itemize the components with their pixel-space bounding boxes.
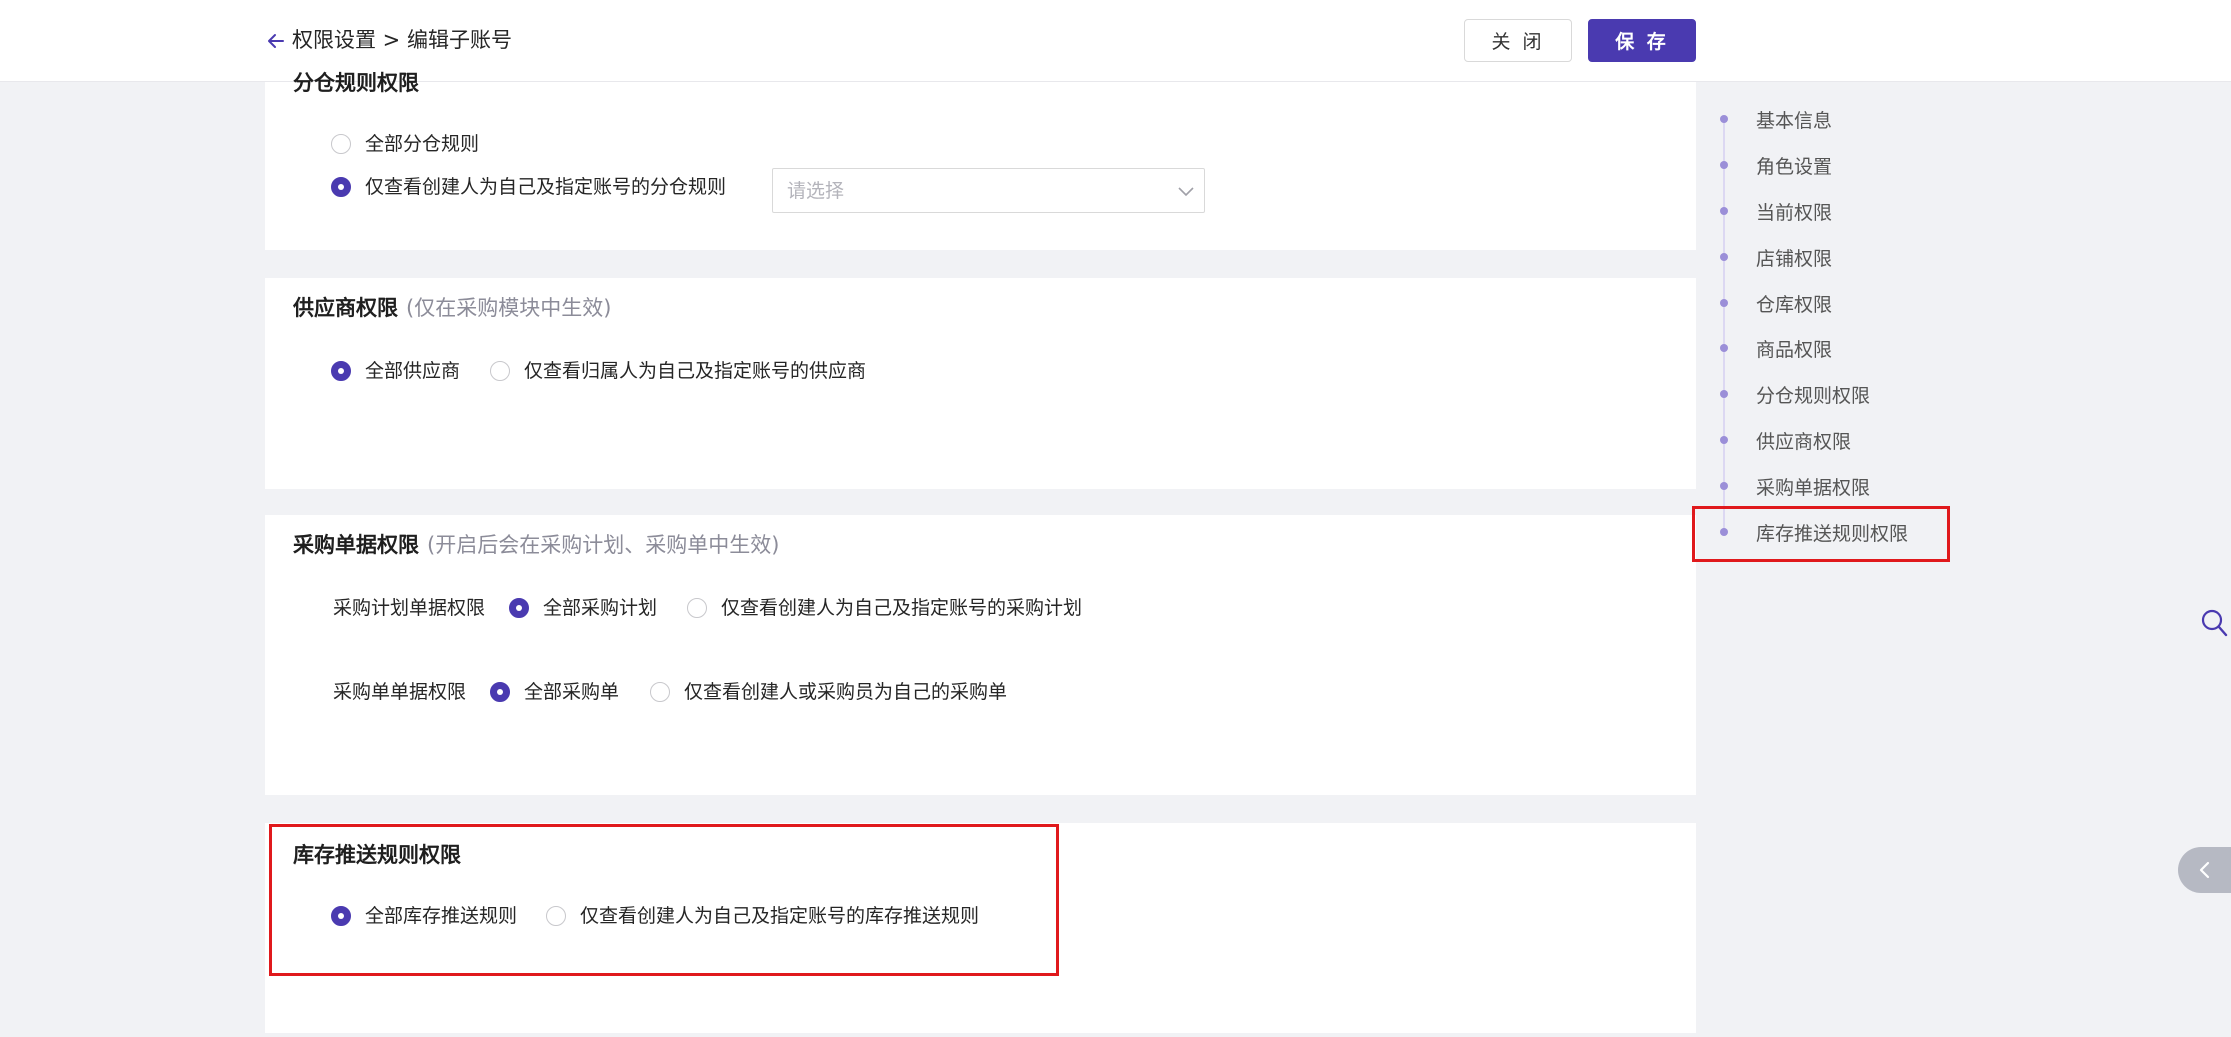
search-icon[interactable] xyxy=(2200,608,2228,638)
anchor-dot xyxy=(1720,436,1728,444)
radio-option-own-fencang[interactable]: 仅查看创建人为自己及指定账号的分仓规则 xyxy=(331,174,726,200)
anchor-item-current-permission[interactable]: 当前权限 xyxy=(1715,195,1832,227)
anchor-item-supplier-permission[interactable]: 供应商权限 xyxy=(1715,424,1851,456)
radio-button-selected[interactable] xyxy=(331,906,351,926)
radio-option-all-purchase-plan[interactable]: 全部采购计划 xyxy=(509,595,657,621)
radio-button[interactable] xyxy=(490,361,510,381)
section-stock-push-rules: 库存推送规则权限 全部库存推送规则 仅查看创建人为自己及指定账号的库存推送规则 xyxy=(265,823,1696,1033)
radio-label: 仅查看创建人为自己及指定账号的采购计划 xyxy=(721,597,1083,619)
anchor-dot xyxy=(1720,528,1728,536)
section-note: (开启后会在采购计划、采购单中生效) xyxy=(427,533,780,557)
anchor-label: 商品权限 xyxy=(1756,338,1833,361)
chevron-left-icon xyxy=(2199,861,2209,879)
anchor-label: 供应商权限 xyxy=(1756,430,1852,453)
select-placeholder: 请选择 xyxy=(787,180,845,202)
radio-label: 仅查看创建人为自己及指定账号的分仓规则 xyxy=(365,176,727,198)
section-title: 采购单据权限 (开启后会在采购计划、采购单中生效) xyxy=(293,530,779,560)
section-title-text: 供应商权限 xyxy=(293,296,398,320)
radio-button-selected[interactable] xyxy=(509,598,529,618)
anchor-label: 库存推送规则权限 xyxy=(1756,522,1909,545)
section-fencang-rules: 分仓规则权限 全部分仓规则 仅查看创建人为自己及指定账号的分仓规则 请选择 xyxy=(265,71,1696,250)
anchor-item-product-permission[interactable]: 商品权限 xyxy=(1715,332,1832,364)
anchor-dot xyxy=(1720,390,1728,398)
anchor-label: 当前权限 xyxy=(1756,201,1833,224)
purchase-plan-row-label: 采购计划单据权限 xyxy=(333,597,486,619)
radio-button[interactable] xyxy=(546,906,566,926)
anchor-item-role[interactable]: 角色设置 xyxy=(1715,149,1832,181)
radio-label: 全部供应商 xyxy=(365,360,461,382)
anchor-label: 采购单据权限 xyxy=(1756,476,1871,499)
account-select[interactable]: 请选择 xyxy=(772,168,1205,213)
anchor-item-shop-permission[interactable]: 店铺权限 xyxy=(1715,241,1832,273)
radio-button-selected[interactable] xyxy=(331,177,351,197)
anchor-label: 基本信息 xyxy=(1756,109,1833,132)
anchor-item-purchase-doc-permission[interactable]: 采购单据权限 xyxy=(1715,470,1870,502)
chevron-down-icon xyxy=(1178,187,1194,197)
radio-label: 全部分仓规则 xyxy=(365,133,480,155)
radio-option-own-purchase-order[interactable]: 仅查看创建人或采购员为自己的采购单 xyxy=(650,679,1007,705)
anchor-dot xyxy=(1720,299,1728,307)
section-supplier: 供应商权限 (仅在采购模块中生效) 全部供应商 仅查看归属人为自己及指定账号的供应… xyxy=(265,278,1696,489)
anchor-dot xyxy=(1720,344,1728,352)
radio-option-all-fencang[interactable]: 全部分仓规则 xyxy=(331,131,479,157)
anchor-item-stock-push-permission[interactable]: 库存推送规则权限 xyxy=(1715,516,1908,548)
breadcrumb: 权限设置 > 编辑子账号 xyxy=(292,28,512,52)
anchor-item-fencang-permission[interactable]: 分仓规则权限 xyxy=(1715,378,1870,410)
radio-label: 全部采购计划 xyxy=(543,597,658,619)
anchor-item-warehouse-permission[interactable]: 仓库权限 xyxy=(1715,287,1832,319)
radio-option-own-supplier[interactable]: 仅查看归属人为自己及指定账号的供应商 xyxy=(490,358,866,384)
save-button[interactable]: 保 存 xyxy=(1588,19,1696,62)
anchor-label: 分仓规则权限 xyxy=(1756,384,1871,407)
anchor-nav: 基本信息 角色设置 当前权限 店铺权限 仓库权限 商品权限 分仓规则权限 供应商… xyxy=(1715,100,2015,560)
section-title-text: 采购单据权限 xyxy=(293,533,419,557)
radio-button[interactable] xyxy=(650,682,670,702)
radio-label: 全部库存推送规则 xyxy=(365,905,518,927)
anchor-dot xyxy=(1720,482,1728,490)
radio-button-selected[interactable] xyxy=(331,361,351,381)
anchor-label: 店铺权限 xyxy=(1756,247,1833,270)
radio-label: 全部采购单 xyxy=(524,681,620,703)
anchor-label: 角色设置 xyxy=(1756,155,1833,178)
section-title: 分仓规则权限 xyxy=(293,71,419,95)
arrow-left-icon[interactable] xyxy=(266,31,286,51)
anchor-item-basic-info[interactable]: 基本信息 xyxy=(1715,103,1832,135)
anchor-label: 仓库权限 xyxy=(1756,293,1833,316)
radio-label: 仅查看归属人为自己及指定账号的供应商 xyxy=(524,360,867,382)
radio-option-own-purchase-plan[interactable]: 仅查看创建人为自己及指定账号的采购计划 xyxy=(687,595,1082,621)
section-title: 供应商权限 (仅在采购模块中生效) xyxy=(293,293,611,323)
radio-option-own-stock-push[interactable]: 仅查看创建人为自己及指定账号的库存推送规则 xyxy=(546,903,979,929)
section-note: (仅在采购模块中生效) xyxy=(406,296,612,320)
radio-option-all-purchase-order[interactable]: 全部采购单 xyxy=(490,679,619,705)
anchor-dot xyxy=(1720,207,1728,215)
radio-option-all-supplier[interactable]: 全部供应商 xyxy=(331,358,460,384)
section-purchase-doc: 采购单据权限 (开启后会在采购计划、采购单中生效) 采购计划单据权限 全部采购计划… xyxy=(265,515,1696,795)
radio-label: 仅查看创建人或采购员为自己的采购单 xyxy=(684,681,1008,703)
radio-button[interactable] xyxy=(687,598,707,618)
collapse-panel-button[interactable] xyxy=(2178,847,2231,893)
radio-button[interactable] xyxy=(331,134,351,154)
radio-label: 仅查看创建人为自己及指定账号的库存推送规则 xyxy=(580,905,980,927)
section-title: 库存推送规则权限 xyxy=(293,843,461,867)
purchase-order-row-label: 采购单单据权限 xyxy=(333,681,467,703)
anchor-dot xyxy=(1720,161,1728,169)
radio-button-selected[interactable] xyxy=(490,682,510,702)
close-button[interactable]: 关 闭 xyxy=(1464,19,1572,62)
radio-option-all-stock-push[interactable]: 全部库存推送规则 xyxy=(331,903,517,929)
anchor-dot xyxy=(1720,253,1728,261)
anchor-dot xyxy=(1720,115,1728,123)
